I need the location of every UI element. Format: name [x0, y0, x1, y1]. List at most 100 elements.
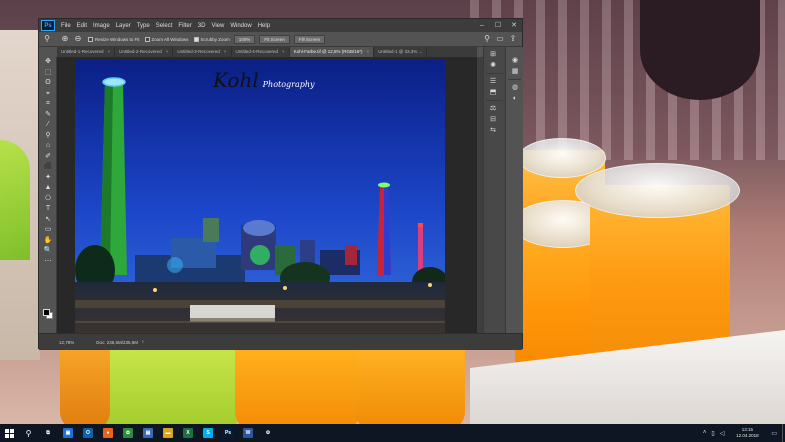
resize-windows-check-box[interactable] — [88, 36, 93, 42]
windows-start-icon[interactable] — [0, 424, 19, 442]
history-panel-icon[interactable]: ⊞ — [484, 49, 502, 60]
path-select-tool-icon[interactable]: ↖ — [39, 215, 57, 226]
scrubby-zoom-check-box[interactable] — [193, 36, 199, 42]
workspace-icon[interactable]: ▭ — [495, 34, 505, 44]
status-menu-arrow[interactable]: › — [142, 339, 144, 345]
outlook-icon[interactable]: O — [78, 424, 98, 442]
brush-tool-icon[interactable]: ⚲ — [39, 131, 57, 142]
menu-edit[interactable]: Edit — [77, 23, 87, 29]
history-brush-tool-icon[interactable]: ✐ — [39, 152, 57, 163]
lasso-tool-icon[interactable]: ʘ — [39, 78, 57, 89]
properties-panel-icon[interactable]: ✺ — [484, 60, 502, 71]
zoom-in-icon[interactable]: ⊕ — [60, 34, 70, 44]
foreground-color-swatch[interactable] — [43, 309, 50, 316]
menu-filter[interactable]: Filter — [178, 23, 191, 29]
excel-icon[interactable]: X — [178, 424, 198, 442]
blur-tool-icon[interactable]: ▲ — [39, 183, 57, 194]
rectangle-tool-icon[interactable]: ▭ — [39, 225, 57, 236]
volume-icon[interactable]: ◁ — [720, 430, 725, 437]
adjustments-panel-icon[interactable]: ◐ — [506, 93, 524, 104]
maximize-button[interactable]: ☐ — [490, 19, 506, 32]
tab-kohl-farbe[interactable]: Kohl-Farbe.tif @ 12,8% (RGB/16*) × — [289, 47, 375, 57]
search-icon[interactable]: ⚲ — [19, 424, 38, 442]
fit-screen-button[interactable]: Fit Screen — [259, 34, 290, 44]
search-icon[interactable]: ⚲ — [482, 34, 492, 44]
menu-layer[interactable]: Layer — [116, 23, 131, 29]
menu-3d[interactable]: 3D — [198, 23, 206, 29]
character-panel-icon[interactable]: ⬒ — [484, 87, 502, 98]
network-icon[interactable]: ▯ — [711, 430, 714, 437]
tab-close-icon[interactable]: × — [224, 47, 227, 57]
settings-icon[interactable]: ⚙ — [258, 424, 278, 442]
tab-untitled-4-recovered[interactable]: Untitled-4-Recovered × — [232, 47, 290, 57]
fill-screen-button[interactable]: Fill Screen — [293, 34, 326, 44]
tab-untitled-1-recovered[interactable]: Untitled-1-Recovered × — [57, 47, 116, 57]
zoom-out-icon[interactable]: ⊖ — [73, 34, 83, 44]
photoshop-logo[interactable]: Ps — [41, 20, 55, 31]
more-tools-icon[interactable]: ⋯ — [39, 257, 57, 268]
taskbar-apps: ⧉ ▣ O ● ✿ ▤ ▬ X S Ps W ⚙ — [38, 424, 278, 442]
firefox-icon[interactable]: ● — [98, 424, 118, 442]
color-panel-icon[interactable]: ◉ — [506, 55, 524, 66]
menu-view[interactable]: View — [211, 23, 224, 29]
type-tool-icon[interactable]: T — [39, 204, 57, 215]
word-icon[interactable]: W — [238, 424, 258, 442]
photoshop-icon[interactable]: Ps — [218, 424, 238, 442]
share-icon[interactable]: ⇪ — [508, 34, 518, 44]
dodge-tool-icon[interactable]: ⎔ — [39, 194, 57, 205]
tab-untitled-3-recovered[interactable]: Untitled-3-Recovered × — [173, 47, 232, 57]
menu-image[interactable]: Image — [93, 23, 110, 29]
paths-panel-icon[interactable]: ⇆ — [484, 125, 502, 136]
minimize-button[interactable]: – — [474, 19, 490, 32]
hand-tool-icon[interactable]: ✋ — [39, 236, 57, 247]
clock[interactable]: 13:15 12.04.2018 — [729, 427, 765, 439]
notifications-icon[interactable]: ▭ — [771, 430, 777, 437]
scrubby-zoom-checkbox[interactable]: Scrubby Zoom — [193, 36, 230, 42]
gradient-tool-icon[interactable]: ✦ — [39, 173, 57, 184]
layers-panel-icon[interactable]: ◍ — [506, 82, 524, 93]
zoom-icon[interactable]: ⚲ — [42, 34, 52, 44]
tab-untitled-2-recovered[interactable]: Untitled-2-Recovered × — [115, 47, 174, 57]
clone-stamp-tool-icon[interactable]: ⌂ — [39, 141, 57, 152]
photoshop-glyph: Ps — [223, 428, 233, 438]
swatches-panel-icon[interactable]: ▦ — [506, 66, 524, 77]
quick-select-tool-icon[interactable]: ⌖ — [39, 89, 57, 100]
tab-untitled-1[interactable]: Untitled-1 @ 33,3% ... — [374, 47, 428, 57]
skype-icon[interactable]: S — [198, 424, 218, 442]
close-button[interactable]: ✕ — [506, 19, 522, 32]
zoom-all-checkbox[interactable]: Zoom All Windows — [144, 36, 189, 42]
menu-select[interactable]: Select — [156, 23, 173, 29]
healing-brush-tool-icon[interactable]: ⁄ — [39, 120, 57, 131]
settings-glyph: ⚙ — [263, 428, 273, 438]
wallpaper-cup-orange-2 — [355, 345, 465, 424]
store-icon[interactable]: ▣ — [58, 424, 78, 442]
zoom-100-button[interactable]: 100% — [233, 34, 256, 44]
crop-tool-icon[interactable]: ⌗ — [39, 99, 57, 110]
tab-close-icon[interactable]: × — [367, 47, 370, 57]
marquee-tool-icon[interactable]: ⬚ — [39, 68, 57, 79]
document-image[interactable]: Kohl Photography — [75, 60, 445, 333]
tab-close-icon[interactable]: × — [166, 47, 169, 57]
tab-close-icon[interactable]: × — [108, 47, 111, 57]
task-view-icon[interactable]: ⧉ — [38, 424, 58, 442]
eraser-tool-icon[interactable]: ⬛ — [39, 162, 57, 173]
tray-up-arrow-icon[interactable]: ˄ — [703, 430, 707, 436]
paint-icon[interactable]: ✿ — [118, 424, 138, 442]
menu-type[interactable]: Type — [137, 23, 150, 29]
libraries-panel-icon[interactable]: ⚖ — [484, 103, 502, 114]
zoom-tool-icon[interactable]: 🔍 — [39, 246, 57, 257]
eyedropper-tool-icon[interactable]: ✎ — [39, 110, 57, 121]
menu-window[interactable]: Window — [230, 23, 251, 29]
zoom-level[interactable]: 12,78% — [59, 340, 74, 345]
zoom-all-check-box[interactable] — [144, 36, 150, 42]
save-icon[interactable]: ▤ — [138, 424, 158, 442]
resize-windows-checkbox[interactable]: Resize Windows to Fit — [88, 36, 140, 42]
tab-close-icon[interactable]: × — [282, 47, 285, 57]
move-tool-icon[interactable]: ✥ — [39, 57, 57, 68]
paragraph-panel-icon[interactable]: ☰ — [484, 76, 502, 87]
menu-file[interactable]: File — [61, 23, 71, 29]
channels-panel-icon[interactable]: ⊟ — [484, 114, 502, 125]
menu-help[interactable]: Help — [258, 23, 270, 29]
explorer-icon[interactable]: ▬ — [158, 424, 178, 442]
canvas-area[interactable]: Kohl Photography — [57, 57, 477, 333]
